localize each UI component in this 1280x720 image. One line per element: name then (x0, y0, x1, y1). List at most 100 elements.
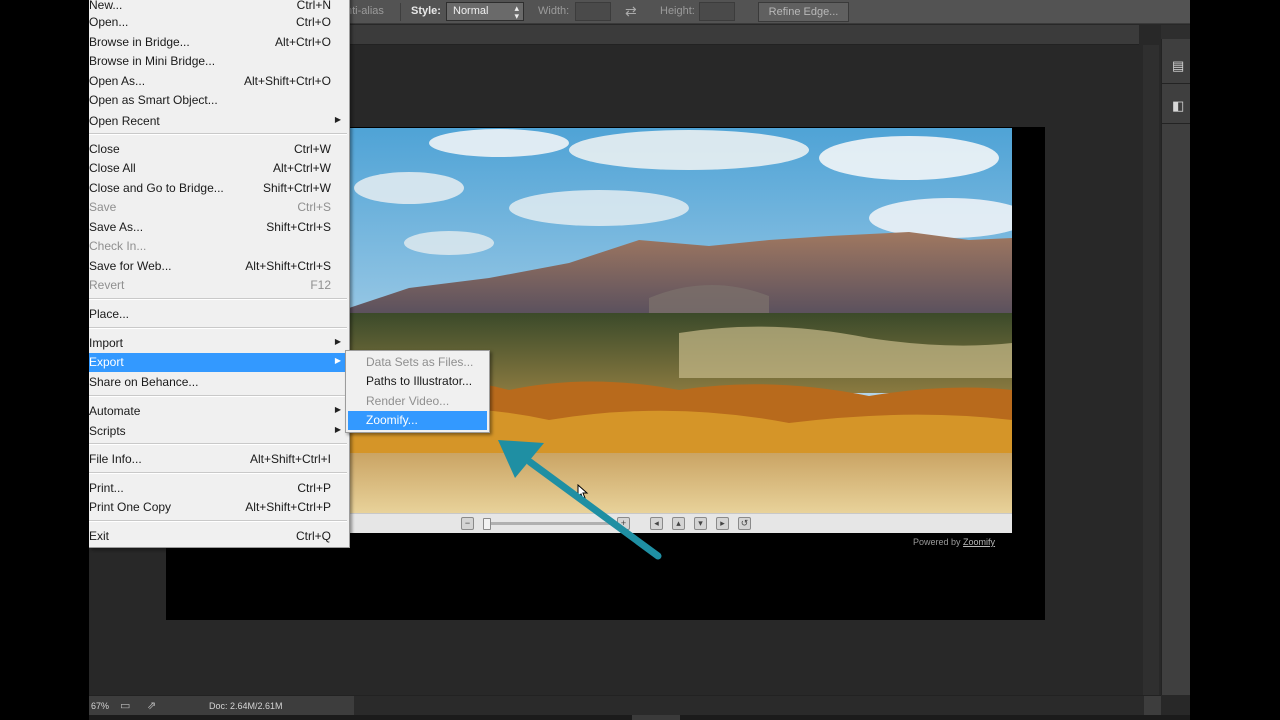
zoom-level[interactable]: 67% (91, 701, 109, 711)
width-field[interactable] (575, 2, 611, 21)
menu-item-close[interactable]: Close Ctrl+W (89, 140, 349, 159)
menu-item-save-as[interactable]: Save As... Shift+Ctrl+S (89, 218, 349, 237)
menu-item-label: Print One Copy (89, 500, 172, 514)
submenu-arrow-icon: ▶ (334, 356, 341, 365)
menu-item-place[interactable]: Place... (89, 305, 349, 324)
menu-item-label: Save As... (89, 220, 144, 234)
menu-item-browse-in-bridge[interactable]: Browse in Bridge... Alt+Ctrl+O (89, 33, 349, 52)
zoom-in-icon[interactable]: + (617, 517, 630, 530)
menu-item-label: Open Recent (89, 114, 160, 128)
history-panel-icon[interactable]: ▤ (1172, 57, 1190, 75)
submenu-item-data-sets-as-files: Data Sets as Files... (348, 353, 487, 372)
bottom-scroll-thumb[interactable] (632, 715, 680, 720)
menu-item-shortcut: Alt+Shift+Ctrl+P (245, 500, 331, 514)
menu-item-label: Exit (89, 529, 110, 543)
style-select[interactable]: Normal ▴ ▾ (446, 2, 524, 21)
menu-item-save-for-web[interactable]: Save for Web... Alt+Shift+Ctrl+S (89, 257, 349, 276)
menu-separator (89, 443, 347, 445)
submenu-item-label: Zoomify... (366, 413, 418, 427)
pan-up-icon[interactable]: ▴ (672, 517, 685, 530)
file-menu: New... Ctrl+N Open... Ctrl+O Browse in B… (89, 0, 350, 548)
menu-item-open-recent[interactable]: Open Recent ▶ (89, 112, 349, 131)
height-field[interactable] (699, 2, 735, 21)
reset-view-icon[interactable]: ↺ (738, 517, 751, 530)
menu-item-save: Save Ctrl+S (89, 198, 349, 217)
menu-item-print-one-copy[interactable]: Print One Copy Alt+Shift+Ctrl+P (89, 498, 349, 517)
submenu-item-render-video: Render Video... (348, 392, 487, 411)
vertical-scrollbar[interactable] (1143, 45, 1159, 695)
options-separator (400, 3, 401, 21)
right-panel-strip (1161, 25, 1190, 695)
menu-item-automate[interactable]: Automate ▶ (89, 402, 349, 421)
pan-left-icon[interactable]: ◂ (650, 517, 663, 530)
powered-by-label: Powered by (913, 537, 961, 547)
menu-item-shortcut: Ctrl+N (296, 0, 331, 12)
zoomify-link[interactable]: Zoomify (963, 537, 995, 547)
menu-item-shortcut: F12 (310, 278, 331, 292)
right-black-area (1190, 0, 1280, 720)
anti-alias-label[interactable]: nti-alias (346, 5, 384, 17)
menu-separator (89, 472, 347, 474)
menu-item-label: Save (89, 200, 117, 214)
submenu-arrow-icon: ▶ (334, 115, 341, 124)
style-select-value: Normal (453, 5, 489, 17)
refine-edge-button[interactable]: Refine Edge... (758, 2, 849, 22)
submenu-item-label: Paths to Illustrator... (366, 374, 473, 388)
landscape-photo (349, 128, 1012, 513)
menu-item-import[interactable]: Import ▶ (89, 334, 349, 353)
menu-item-close-and-go-to-bridge[interactable]: Close and Go to Bridge... Shift+Ctrl+W (89, 179, 349, 198)
menu-item-file-info[interactable]: File Info... Alt+Shift+Ctrl+I (89, 450, 349, 469)
panel-divider (1162, 83, 1190, 84)
menu-item-open[interactable]: Open... Ctrl+O (89, 13, 349, 32)
horizontal-scrollbar[interactable] (354, 695, 1144, 715)
menu-item-exit[interactable]: Exit Ctrl+Q (89, 527, 349, 546)
menu-separator (89, 298, 347, 300)
menu-item-open-as[interactable]: Open As... Alt+Shift+Ctrl+O (89, 72, 349, 91)
menu-item-label: New... (89, 0, 123, 12)
menu-separator (89, 133, 347, 135)
pan-down-icon[interactable]: ▾ (694, 517, 707, 530)
menu-separator (89, 395, 347, 397)
updown-arrows-icon: ▴ ▾ (514, 3, 519, 21)
menu-item-label: Automate (89, 404, 141, 418)
panel-collapse-bar[interactable] (1161, 25, 1190, 39)
zoom-slider-thumb[interactable] (483, 518, 491, 530)
submenu-item-zoomify[interactable]: Zoomify... (348, 411, 487, 430)
menu-item-scripts[interactable]: Scripts ▶ (89, 422, 349, 441)
submenu-arrow-icon: ▶ (334, 337, 341, 346)
menu-item-shortcut: Ctrl+P (297, 481, 331, 495)
menu-item-label: Open As... (89, 74, 146, 88)
menu-item-shortcut: Alt+Shift+Ctrl+I (249, 452, 331, 466)
pan-right-icon[interactable]: ▸ (716, 517, 729, 530)
menu-item-shortcut: Alt+Ctrl+W (272, 161, 331, 175)
zoom-out-icon[interactable]: − (461, 517, 474, 530)
swap-icon[interactable]: ⇄ (625, 3, 637, 20)
share-icon[interactable]: ⇗ (147, 699, 156, 712)
menu-item-open-as-smart-object[interactable]: Open as Smart Object... (89, 91, 349, 110)
submenu-item-paths-to-illustrator[interactable]: Paths to Illustrator... (348, 372, 487, 391)
panel-divider (1162, 123, 1190, 124)
menu-item-check-in: Check In... (89, 237, 349, 256)
submenu-arrow-icon: ▶ (334, 425, 341, 434)
menu-item-browse-in-mini-bridge[interactable]: Browse in Mini Bridge... (89, 52, 349, 71)
zoom-slider-track[interactable] (484, 522, 627, 525)
gpu-icon: ▭ (120, 700, 131, 712)
properties-panel-icon[interactable]: ◧ (1172, 97, 1190, 115)
menu-item-close-all[interactable]: Close All Alt+Ctrl+W (89, 159, 349, 178)
submenu-arrow-icon: ▶ (334, 405, 341, 414)
document-tab-strip (349, 25, 1139, 45)
menu-item-shortcut: Alt+Shift+Ctrl+O (243, 74, 331, 88)
menu-item-print[interactable]: Print... Ctrl+P (89, 479, 349, 498)
menu-item-label: File Info... (89, 452, 142, 466)
zoomify-toolbar: − + ◂ ▴ ▾ ▸ ↺ (349, 513, 1012, 533)
menu-item-shortcut: Shift+Ctrl+W (262, 181, 331, 195)
left-black-area (0, 0, 89, 720)
menu-item-label: Revert (89, 278, 125, 292)
width-label: Width: (538, 5, 570, 17)
menu-separator (89, 327, 347, 329)
menu-item-label: Close All (89, 161, 136, 175)
powered-by-zoomify: Powered by Zoomify (913, 537, 995, 547)
menu-item-shortcut: Ctrl+S (297, 200, 331, 214)
menu-item-export[interactable]: Export ▶ (89, 353, 349, 372)
menu-item-share-on-behance[interactable]: Share on Behance... (89, 373, 349, 392)
